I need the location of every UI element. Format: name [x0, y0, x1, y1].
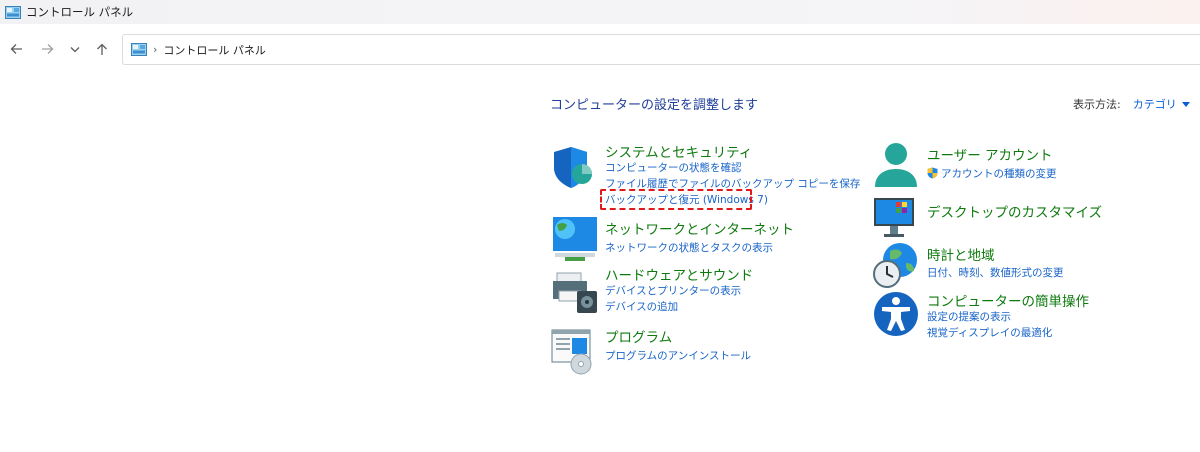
- address-bar[interactable]: › コントロール パネル: [122, 34, 1200, 65]
- link-change-account-type-label[interactable]: アカウントの種類の変更: [941, 168, 1057, 180]
- category-desktop-customization[interactable]: デスクトップのカスタマイズ: [927, 201, 1102, 221]
- category-network-internet[interactable]: ネットワークとインターネット: [605, 218, 794, 238]
- title-bar: コントロール パネル: [0, 0, 1200, 24]
- link-network-status-tasks[interactable]: ネットワークの状態とタスクの表示: [605, 240, 773, 255]
- back-arrow-icon: [10, 44, 22, 54]
- link-uninstall-program[interactable]: プログラムのアンインストール: [605, 348, 751, 363]
- highlight-box: [600, 189, 752, 210]
- security-shield-icon[interactable]: [551, 144, 599, 192]
- back-button[interactable]: [5, 38, 27, 60]
- link-add-device[interactable]: デバイスの追加: [605, 299, 678, 314]
- up-arrow-icon: [97, 43, 107, 55]
- forward-arrow-icon: [41, 44, 53, 54]
- view-by: 表示方法: カテゴリ: [1073, 96, 1190, 112]
- navigation-bar: › コントロール パネル: [0, 24, 1200, 74]
- control-panel-icon: [131, 43, 147, 56]
- clock-globe-icon[interactable]: [872, 241, 920, 289]
- control-panel-icon: [5, 5, 21, 19]
- recent-dropdown-icon: [70, 46, 80, 52]
- breadcrumb-separator[interactable]: ›: [153, 43, 157, 56]
- category-clock-region[interactable]: 時計と地域: [927, 244, 995, 264]
- link-optimize-visual-display[interactable]: 視覚ディスプレイの最適化: [927, 325, 1052, 340]
- link-change-date-time-format[interactable]: 日付、時刻、数値形式の変更: [927, 265, 1064, 280]
- programs-icon[interactable]: [551, 327, 599, 375]
- view-by-label: 表示方法:: [1073, 98, 1121, 111]
- category-hardware-sound[interactable]: ハードウェアとサウンド: [605, 264, 753, 284]
- view-by-dropdown[interactable]: カテゴリ: [1133, 96, 1177, 112]
- category-user-accounts[interactable]: ユーザー アカウント: [927, 144, 1053, 164]
- link-check-computer-status[interactable]: コンピューターの状態を確認: [605, 160, 742, 175]
- window-title: コントロール パネル: [26, 5, 134, 19]
- link-suggested-settings[interactable]: 設定の提案の表示: [927, 309, 1011, 324]
- desktop-monitor-icon[interactable]: [872, 194, 920, 242]
- uac-shield-icon: [927, 167, 938, 179]
- recent-locations-button[interactable]: [64, 38, 86, 60]
- category-system-security[interactable]: システムとセキュリティ: [605, 141, 752, 161]
- up-button[interactable]: [91, 38, 113, 60]
- category-ease-of-access[interactable]: コンピューターの簡単操作: [927, 290, 1089, 310]
- page-title: コンピューターの設定を調整します: [550, 98, 759, 113]
- category-programs[interactable]: プログラム: [605, 326, 672, 346]
- forward-button[interactable]: [36, 38, 58, 60]
- network-globe-icon[interactable]: [551, 215, 599, 263]
- user-account-icon[interactable]: [872, 141, 920, 189]
- hardware-printer-icon[interactable]: [551, 269, 599, 317]
- accessibility-icon[interactable]: [872, 290, 920, 338]
- link-change-account-type[interactable]: アカウントの種類の変更: [927, 166, 1057, 181]
- link-devices-printers[interactable]: デバイスとプリンターの表示: [605, 283, 741, 298]
- breadcrumb-control-panel[interactable]: コントロール パネル: [163, 42, 266, 58]
- chevron-down-icon[interactable]: [1181, 101, 1190, 107]
